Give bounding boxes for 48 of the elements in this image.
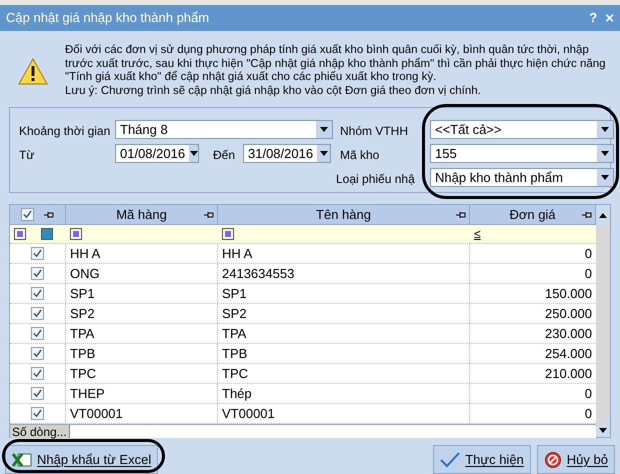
field-label: Mã kho [340, 147, 380, 164]
filter-operator[interactable]: ≤ [474, 225, 481, 243]
table-cell-text: HH A [222, 244, 252, 263]
group-dropdown[interactable]: <<Tất cả>> [430, 120, 614, 139]
column-header[interactable]: Tên hàng [218, 205, 470, 224]
table-cell-text: Thép [222, 384, 252, 403]
field-label: Loại phiếu nhậ [336, 171, 415, 188]
table-cell-text: SP2 [70, 304, 95, 323]
table-cell-text: 150.000 [545, 284, 592, 303]
table-cell-text: TPC [222, 364, 248, 383]
table-cell-text: VT00001 [70, 404, 123, 423]
table-cell-text: 230.000 [545, 324, 592, 343]
field-label: Từ [19, 147, 34, 164]
row-count-button[interactable]: Số dòng... [10, 425, 70, 438]
cancel-button[interactable]: Hủy bỏ [536, 445, 615, 474]
period-dropdown[interactable]: Tháng 8 [115, 120, 333, 139]
execute-button[interactable]: Thực hiện [433, 445, 531, 474]
table-cell-text: 2413634553 [222, 264, 294, 283]
window-title: Cập nhật giá nhập kho thành phẩm [6, 9, 210, 28]
table-cell-text: HH A [70, 244, 100, 263]
table-cell-text: TPB [222, 344, 248, 363]
notice-note: Lưu ý: Chương trình sẽ cập nhật giá nhập kho vào cột Đơn giá theo đơn vị chính. [65, 84, 482, 98]
to-date-picker[interactable]: 31/08/2016 [243, 144, 331, 163]
table-cell-text: 0 [584, 384, 592, 403]
from-date-picker[interactable]: 01/08/2016 [115, 144, 199, 163]
table-cell-text: TPA [70, 324, 94, 343]
notice-text: Đối với các đơn vị sử dụng phương pháp tính giá xuất kho bình quân cuối kỳ, bình quân tức thời, nhập trước xuất trước, sau khi thực hiện "Cập nhật giá nhập kho thành phẩm" thì cần phải thực hiện chức năng "Tính giá xuất kho" để cập nhật giá xuất cho các phiếu xuất kho trong kỳ. [65, 44, 607, 84]
table-cell-text: TPA [222, 324, 246, 343]
table-cell-text: SP1 [70, 284, 95, 303]
field-label: Đến [213, 147, 236, 164]
table-cell-text: THEP [70, 384, 105, 403]
table-cell-text: VT00001 [222, 404, 275, 423]
field-label: Nhóm VTHH [340, 123, 408, 140]
table-cell-text: SP1 [222, 284, 247, 303]
table-cell-text: SP2 [222, 304, 247, 323]
field-label: Khoảng thời gian [19, 123, 110, 140]
table-cell-text: 0 [584, 404, 592, 423]
column-header[interactable]: Mã hàng [66, 205, 218, 224]
table-cell-text: 0 [584, 244, 592, 263]
warehouse-dropdown[interactable]: 155 [430, 144, 614, 163]
table-cell-text: 210.000 [545, 364, 592, 383]
receipt-type-dropdown[interactable]: Nhập kho thành phẩm [430, 168, 614, 187]
table-cell-text: TPC [70, 364, 96, 383]
table-cell-text: TPB [70, 344, 96, 363]
table-cell-text: 250.000 [545, 304, 592, 323]
table-cell-text: ONG [70, 264, 100, 283]
table-cell-text: 254.000 [545, 344, 592, 363]
table-cell-text: 0 [584, 264, 592, 283]
